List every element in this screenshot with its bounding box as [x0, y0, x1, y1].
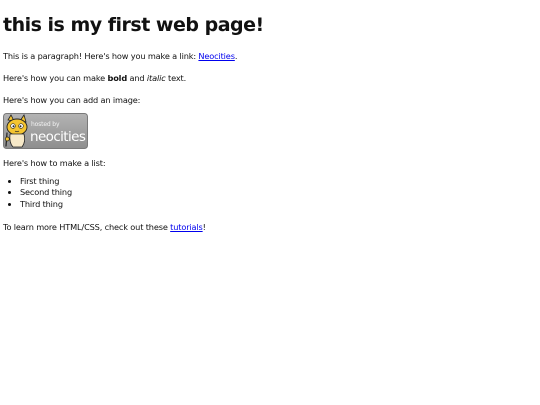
- tutorials-link[interactable]: tutorials: [170, 222, 203, 232]
- paragraph-formatting-middle: and: [127, 73, 147, 84]
- paragraph-tutorials-text: To learn more HTML/CSS, check out these: [3, 222, 171, 233]
- hosted-by-neocities-badge: hosted by neocities: [3, 112, 88, 149]
- badge-line1: hosted by: [31, 121, 60, 128]
- italic-text: italic: [146, 73, 166, 84]
- paragraph-tutorials: To learn more HTML/CSS, check out these …: [3, 222, 537, 232]
- paragraph-link-intro-text: This is a paragraph! Here's how you make…: [3, 50, 199, 61]
- list-item: Third thing: [20, 199, 537, 210]
- paragraph-list-intro: Here's how to make a list:: [3, 157, 106, 168]
- list-item: Second thing: [20, 187, 537, 198]
- badge-line2: neocities: [30, 129, 86, 145]
- paragraph-formatting-text: Here's how you can make: [3, 73, 108, 84]
- paragraph-image-intro: Here's how you can add an image:: [3, 95, 141, 106]
- list-item: First thing: [20, 176, 537, 187]
- paragraph-link-intro: This is a paragraph! Here's how you make…: [3, 51, 537, 61]
- paragraph-tutorials-suffix: !: [202, 222, 206, 233]
- thing-list: First thing Second thing Third thing: [3, 176, 537, 210]
- paragraph-formatting-suffix: text.: [165, 73, 187, 84]
- paragraph-link-intro-suffix: .: [234, 50, 238, 61]
- bold-text: bold: [107, 73, 128, 84]
- neocities-link[interactable]: Neocities: [198, 51, 235, 61]
- page-heading: this is my first web page!: [3, 14, 264, 36]
- paragraph-formatting: Here's how you can make bold and italic …: [3, 73, 537, 83]
- page-content: this is my first web page! This is a par…: [0, 0, 540, 233]
